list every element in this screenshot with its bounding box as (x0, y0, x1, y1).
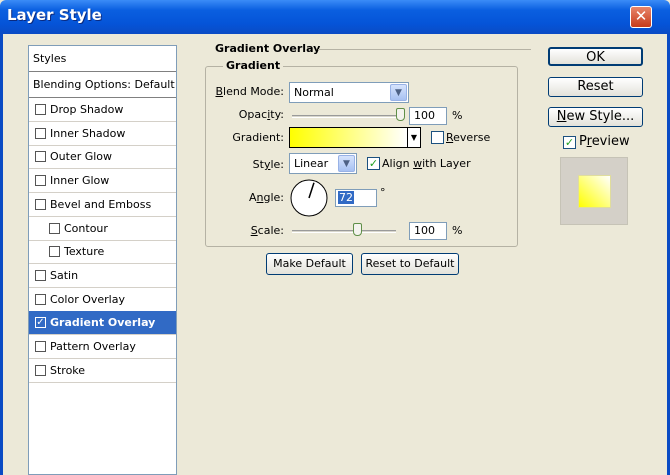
style-checkbox[interactable]: ✓ (35, 317, 46, 329)
style-item-label: Inner Shadow (50, 126, 126, 140)
style-item-label: Drop Shadow (50, 103, 124, 116)
opacity-label: Opacity: (238, 108, 284, 121)
style-item-satin[interactable]: Satin (29, 264, 176, 288)
chevron-down-icon: ▼ (338, 155, 355, 172)
style-checkbox[interactable] (35, 293, 46, 305)
preview-swatch (578, 175, 611, 208)
checkmark-icon: ✓ (368, 157, 379, 170)
style-item-inner-shadow[interactable]: Inner Shadow (29, 122, 176, 146)
gradient-label: Gradient: (232, 131, 284, 144)
opacity-slider-track[interactable] (292, 115, 404, 118)
angle-unit: ° (380, 186, 386, 199)
style-checkbox[interactable] (35, 175, 46, 187)
reverse-label: Reverse (446, 131, 491, 144)
style-checkbox[interactable] (35, 364, 46, 376)
scale-slider-track[interactable] (292, 230, 396, 233)
opacity-unit: % (452, 109, 463, 122)
make-default-button[interactable]: Make Default (266, 253, 353, 275)
gradient-swatch[interactable] (289, 127, 408, 148)
window-title: Layer Style (7, 6, 102, 24)
style-item-stroke[interactable]: Stroke (29, 359, 176, 383)
style-checkbox[interactable] (35, 341, 46, 352)
close-button[interactable]: ✕ (630, 6, 652, 28)
scale-unit: % (452, 224, 463, 237)
styles-panel: Styles Blending Options: Default Drop Sh… (28, 45, 177, 475)
checkmark-icon: ✓ (564, 136, 575, 149)
style-item-drop-shadow[interactable]: Drop Shadow (29, 98, 176, 122)
triangle-down-icon: ▼ (410, 133, 418, 142)
preview-label: Preview (579, 134, 630, 149)
style-item-texture[interactable]: Texture (29, 240, 176, 265)
chevron-down-icon: ▼ (390, 84, 407, 101)
style-item-label: Gradient Overlay (50, 316, 156, 330)
style-checkbox[interactable] (35, 269, 46, 281)
gradient-picker-button[interactable]: ▼ (408, 127, 421, 148)
scale-slider-thumb[interactable] (352, 223, 362, 236)
opacity-input[interactable]: 100 (409, 107, 447, 125)
title-bar[interactable]: Layer Style ✕ (0, 0, 670, 34)
style-checkbox[interactable] (49, 222, 60, 234)
styles-header[interactable]: Styles (29, 46, 176, 72)
style-item-label: Texture (64, 245, 105, 259)
style-item-label: Bevel and Emboss (50, 197, 152, 211)
angle-dial[interactable] (289, 178, 329, 218)
style-item-inner-glow[interactable]: Inner Glow (29, 169, 176, 194)
blending-options-item[interactable]: Blending Options: Default (29, 72, 176, 98)
reset-to-default-button[interactable]: Reset to Default (361, 253, 459, 275)
angle-input[interactable]: 72 (335, 189, 377, 207)
style-checkbox[interactable] (35, 127, 46, 139)
style-item-label: Pattern Overlay (50, 340, 136, 353)
style-item-label: Outer Glow (50, 150, 113, 164)
preview-box (560, 157, 628, 225)
style-item-pattern-overlay[interactable]: Pattern Overlay (29, 335, 176, 359)
style-checkbox[interactable] (35, 151, 46, 163)
style-item-bevel-and-emboss[interactable]: Bevel and Emboss (29, 193, 176, 217)
ok-button[interactable]: OK (548, 47, 643, 66)
new-style-button[interactable]: New Style... (548, 107, 643, 127)
align-with-layer-checkbox[interactable]: ✓ (367, 157, 380, 170)
style-item-gradient-overlay[interactable]: ✓ Gradient Overlay (29, 311, 176, 336)
style-item-label: Color Overlay (50, 292, 125, 306)
reverse-checkbox[interactable] (431, 131, 444, 144)
blend-mode-select[interactable]: Normal ▼ (289, 82, 409, 103)
style-item-label: Inner Glow (50, 174, 110, 188)
style-label: Style: (252, 158, 284, 171)
angle-label: Angle: (248, 191, 284, 204)
style-item-outer-glow[interactable]: Outer Glow (29, 145, 176, 170)
style-checkbox[interactable] (35, 198, 46, 210)
align-with-layer-label: Align with Layer (382, 157, 471, 170)
gradient-overlay-title: Gradient Overlay (212, 42, 324, 55)
opacity-slider-thumb[interactable] (396, 108, 405, 121)
close-icon: ✕ (634, 7, 648, 25)
style-item-label: Contour (64, 221, 108, 235)
style-item-color-overlay[interactable]: Color Overlay (29, 288, 176, 312)
scale-input[interactable]: 100 (409, 222, 447, 240)
gradient-group-title: Gradient (223, 59, 284, 72)
preview-checkbox[interactable]: ✓ (563, 136, 576, 149)
scale-label: Scale: (250, 224, 284, 237)
section-divider (318, 49, 531, 50)
style-item-contour[interactable]: Contour (29, 217, 176, 241)
style-checkbox[interactable] (49, 246, 60, 258)
style-item-label: Satin (50, 268, 79, 282)
style-checkbox[interactable] (35, 104, 46, 115)
reset-button[interactable]: Reset (548, 77, 643, 97)
style-item-label: Stroke (50, 363, 86, 377)
blend-mode-label: Blend Mode: (215, 85, 285, 98)
style-select[interactable]: Linear ▼ (289, 153, 357, 174)
